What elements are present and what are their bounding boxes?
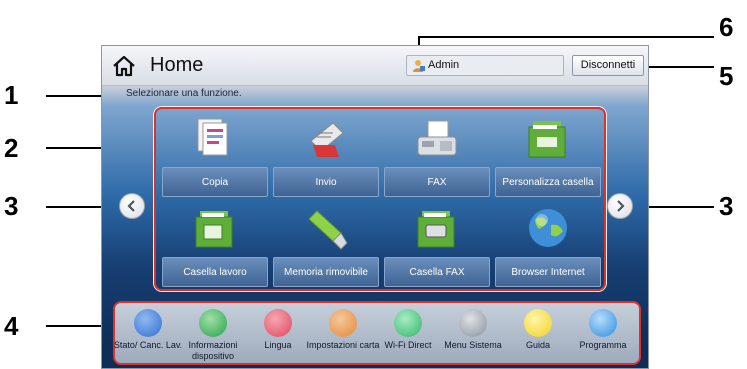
touch-panel: Home Admin Disconnetti Selezionare una f… xyxy=(101,45,649,369)
copy-icon xyxy=(197,118,228,156)
function-fax-box[interactable]: Casella FAX xyxy=(384,201,490,289)
task-dock: Stato/ Canc. Lav. Informazioni dispositi… xyxy=(113,301,641,365)
dock-language[interactable]: Lingua xyxy=(247,305,309,363)
function-fax[interactable]: FAX xyxy=(384,111,490,199)
title-bar: Home Admin Disconnetti xyxy=(102,46,648,86)
dock-label: Guida xyxy=(525,340,551,350)
callout-6: 6 xyxy=(719,12,734,42)
function-label: Personalizza casella xyxy=(495,167,601,197)
function-job-box[interactable]: Casella lavoro xyxy=(162,201,268,289)
function-send[interactable]: Invio xyxy=(273,111,379,199)
callout-2: 2 xyxy=(4,133,19,163)
function-label: Casella lavoro xyxy=(162,257,268,287)
function-removable-memory[interactable]: Memoria rimovibile xyxy=(273,201,379,289)
scroll-right-button[interactable] xyxy=(607,193,633,219)
dock-label: Programma xyxy=(579,340,627,350)
dock-wifi-direct[interactable]: Wi-Fi Direct xyxy=(377,305,439,363)
dock-label: Wi-Fi Direct xyxy=(384,340,432,350)
function-label: FAX xyxy=(384,167,490,197)
callout-3-left: 3 xyxy=(4,191,19,221)
chevron-right-icon xyxy=(617,200,625,212)
logged-user-field[interactable]: Admin xyxy=(406,55,564,76)
user-icon xyxy=(413,60,425,72)
fax-box-icon xyxy=(417,211,455,248)
chevron-left-icon xyxy=(127,200,135,212)
custom-box-icon xyxy=(528,121,566,158)
logout-button[interactable]: Disconnetti xyxy=(572,55,644,76)
dock-program[interactable]: Programma xyxy=(572,305,634,363)
leader-6 xyxy=(418,36,714,38)
program-icon xyxy=(589,309,617,337)
help-icon xyxy=(524,309,552,337)
callout-1: 1 xyxy=(4,80,19,110)
function-label: Browser Internet xyxy=(495,257,601,287)
language-icon xyxy=(264,309,292,337)
function-custom-box[interactable]: Personalizza casella xyxy=(495,111,601,199)
leader-5 xyxy=(638,66,714,68)
function-grid: Copia Invio FAX Personalizza casella Cas… xyxy=(154,107,606,291)
function-label: Copia xyxy=(162,167,268,197)
dock-help[interactable]: Guida xyxy=(507,305,569,363)
function-label: Invio xyxy=(273,167,379,197)
function-internet-browser[interactable]: Browser Internet xyxy=(495,201,601,289)
function-label: Memoria rimovibile xyxy=(273,257,379,287)
user-name: Admin xyxy=(428,59,460,71)
home-icon[interactable] xyxy=(112,55,136,77)
figure: 1 2 3 4 6 3 5 Home Admin Disconnetti Sel… xyxy=(0,0,747,369)
dock-label: Informazioni dispositivo xyxy=(188,340,238,361)
function-label: Casella FAX xyxy=(384,257,490,287)
globe-icon xyxy=(529,209,567,247)
device-info-icon xyxy=(199,309,227,337)
callout-3-right: 3 xyxy=(719,191,734,221)
dock-label: Stato/ Canc. Lav. xyxy=(113,340,183,350)
fax-icon xyxy=(417,120,457,156)
dock-label: Menu Sistema xyxy=(444,340,502,350)
leader-3-right xyxy=(638,206,714,208)
scroll-left-button[interactable] xyxy=(119,193,145,219)
dock-label: Lingua xyxy=(264,340,292,350)
page-title: Home xyxy=(150,54,204,76)
usb-drive-icon xyxy=(308,210,348,250)
paper-settings-icon xyxy=(329,309,357,337)
callout-5: 5 xyxy=(719,61,734,91)
system-menu-icon xyxy=(459,309,487,337)
job-box-icon xyxy=(195,211,233,248)
status-message: Selezionare una funzione. xyxy=(126,88,242,99)
dock-label: Impostazioni carta xyxy=(306,340,380,350)
callout-4: 4 xyxy=(4,311,19,341)
dock-paper-settings[interactable]: Impostazioni carta xyxy=(306,305,380,363)
wifi-direct-icon xyxy=(394,309,422,337)
send-icon xyxy=(310,122,344,157)
function-copy[interactable]: Copia xyxy=(162,111,268,199)
dock-system-menu[interactable]: Menu Sistema xyxy=(442,305,504,363)
dock-status-job-cancel[interactable]: Stato/ Canc. Lav. xyxy=(114,305,182,363)
dock-device-info[interactable]: Informazioni dispositivo xyxy=(182,305,244,363)
status-icon xyxy=(134,309,162,337)
